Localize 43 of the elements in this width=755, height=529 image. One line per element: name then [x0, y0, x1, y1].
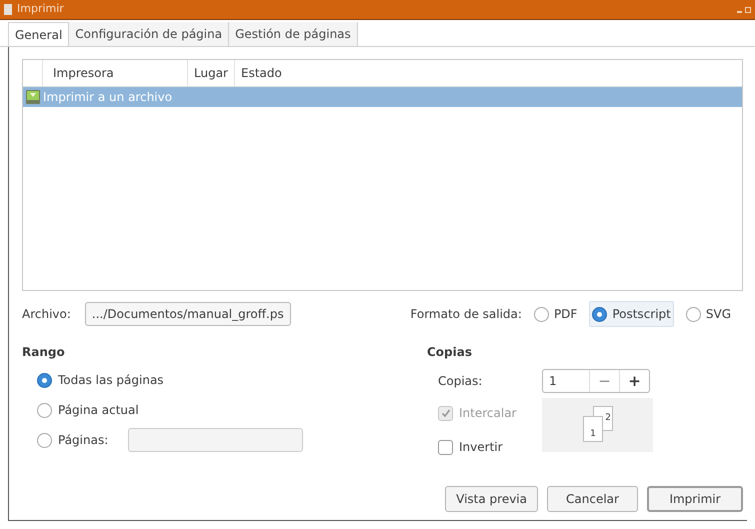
radio-button[interactable]	[37, 432, 52, 448]
window-title: Imprimir	[17, 1, 64, 18]
range-heading: Rango	[22, 344, 66, 361]
range-option-label: Todas las páginas	[58, 372, 164, 389]
checkmark-icon	[440, 408, 450, 418]
maximize-icon[interactable]	[745, 6, 751, 12]
window-icon	[4, 4, 12, 15]
range-option-label: Páginas:	[58, 432, 108, 449]
copies-label: Copias:	[438, 373, 484, 390]
dialog-button[interactable]: Vista previa	[445, 486, 538, 512]
minimize-icon[interactable]	[737, 10, 742, 12]
format-option-label: SVG	[706, 306, 731, 323]
format-option-label: Postscript	[612, 306, 671, 323]
radio-button[interactable]	[534, 306, 549, 322]
increment-button[interactable]: +	[619, 370, 649, 392]
column-header[interactable]: Lugar	[188, 60, 235, 86]
tab[interactable]: General	[8, 22, 70, 46]
copies-value: 1	[548, 373, 558, 390]
page-thumbnail: 1	[583, 416, 603, 442]
checkbox-label: Invertir	[459, 439, 503, 456]
radio-button[interactable]	[37, 372, 52, 388]
range-option-label: Página actual	[58, 402, 139, 419]
file-chooser-button[interactable]: .../Documentos/manual_groff.ps	[84, 302, 291, 326]
radio-button[interactable]	[592, 306, 608, 322]
printer-file-icon	[25, 89, 41, 105]
dialog-button[interactable]: Imprimir	[647, 486, 743, 512]
checkbox[interactable]	[438, 440, 453, 454]
decrement-button[interactable]: −	[589, 370, 619, 392]
format-option-label: PDF	[554, 306, 578, 323]
output-format-label: Formato de salida:	[410, 306, 522, 323]
radio-button[interactable]	[37, 402, 52, 418]
pages-input-field[interactable]	[128, 428, 304, 452]
copies-heading: Copias	[427, 344, 473, 361]
tab[interactable]: Gestión de páginas	[229, 22, 358, 46]
tab[interactable]: Configuración de página	[69, 22, 230, 46]
column-header[interactable]: Estado	[234, 60, 288, 86]
copies-spin-field[interactable]: 1 − +	[542, 369, 650, 393]
dialog-button[interactable]: Cancelar	[547, 486, 638, 512]
checkbox-label: Intercalar	[459, 405, 516, 422]
column-header[interactable]: Impresora	[43, 60, 188, 86]
radio-button[interactable]	[686, 306, 701, 322]
file-label: Archivo:	[22, 306, 71, 323]
printer-name: Imprimir a un archivo	[43, 89, 172, 106]
